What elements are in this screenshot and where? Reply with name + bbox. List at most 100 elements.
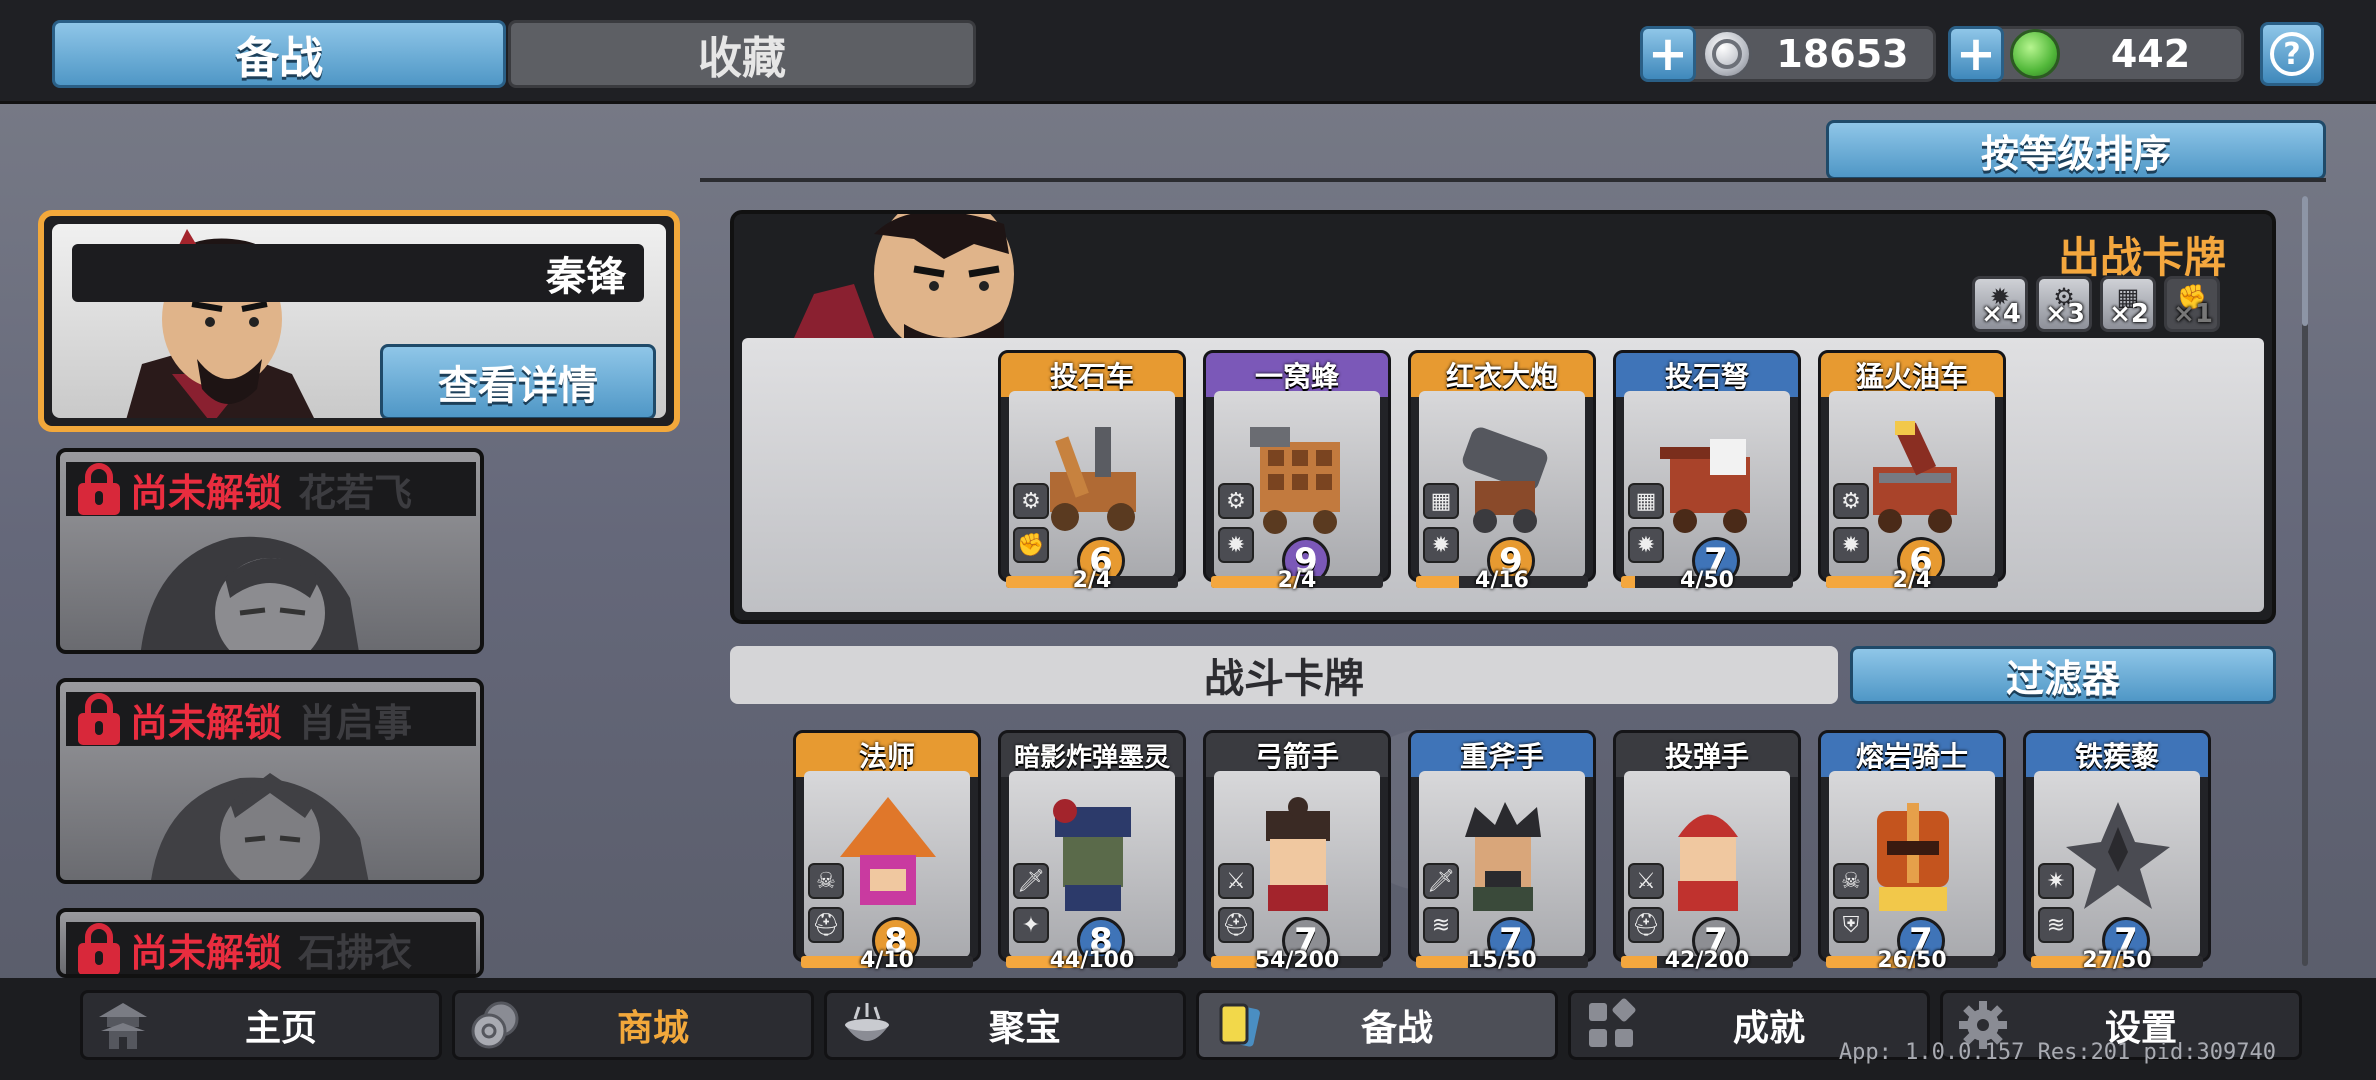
mage-icon: [840, 797, 936, 905]
card-shadow-bomber[interactable]: 暗影炸弹墨灵 🗡 ✦ 8 44/100: [998, 730, 1186, 974]
hero-name: 秦锋: [546, 254, 626, 300]
card-progress: 54/200: [1254, 948, 1340, 973]
card-frame: 投石弩 ▦ ✹ 7: [1613, 350, 1801, 582]
scrollbar-thumb[interactable]: [2302, 196, 2308, 326]
rocket-rack-icon: [1250, 427, 1340, 534]
locked-status: 尚未解锁: [130, 470, 283, 515]
view-details-button[interactable]: 查看详情: [380, 344, 656, 418]
card-archer[interactable]: 弓箭手 ⚔ ⛑ 7 54/200: [1203, 730, 1391, 974]
card-frame: 猛火油车 ⚙ ✹ 6: [1818, 350, 2006, 582]
card-caltrops[interactable]: 铁蒺藜 ✷ ≋ 7 27/50: [2023, 730, 2211, 974]
hero-card-selected[interactable]: 秦锋 查看详情: [38, 210, 680, 432]
lock-icon: [76, 463, 122, 515]
caltrops-icon: [2066, 802, 2170, 909]
nav-prepare[interactable]: 备战: [1196, 990, 1558, 1060]
cards-icon: [1209, 995, 1269, 1055]
card-ballista[interactable]: 投石弩 ▦ ✹ 7 4/50: [1613, 350, 1801, 594]
catapult-icon: [1050, 427, 1136, 531]
help-icon: ?: [2270, 32, 2314, 76]
add-silver-button[interactable]: +: [1640, 26, 1696, 82]
card-grenadier[interactable]: 投弹手 ⚔ ⛑ 7 42/200: [1613, 730, 1801, 974]
helmet-icon: ⛑: [808, 907, 844, 943]
sort-by-level-button[interactable]: 按等级排序: [1826, 120, 2326, 180]
axeman-icon: [1465, 802, 1541, 911]
card-progress: 15/50: [1467, 948, 1537, 973]
slot-multiplier: ×1: [2173, 299, 2213, 329]
nav-treasure-label: 聚宝: [988, 1008, 1061, 1049]
card-cannon[interactable]: 红衣大炮 ▦ ✹ 9 4/16: [1408, 350, 1596, 594]
add-gem-button[interactable]: +: [1948, 26, 2004, 82]
card-frame: 一窝蜂 ⚙ ✹ 9: [1203, 350, 1391, 582]
hero-card-locked[interactable]: 尚未解锁 肖启事: [56, 678, 484, 884]
card-frame: 弓箭手 ⚔ ⛑ 7: [1203, 730, 1391, 962]
shield-icon: ⛨: [1833, 907, 1869, 943]
card-lava-knight[interactable]: 熔岩骑士 ☠ ⛨ 7 26/50: [1818, 730, 2006, 974]
nav-shop-label: 商城: [616, 1008, 689, 1049]
coins-icon: [465, 995, 525, 1055]
divider: [700, 178, 2326, 182]
card-progress: 4/50: [1680, 568, 1734, 593]
battle-cards-title: 战斗卡牌: [730, 646, 1838, 704]
card-rocket-hive[interactable]: 一窝蜂 ⚙ ✹ 9 2/4: [1203, 350, 1391, 594]
card-progress: 26/50: [1877, 948, 1947, 973]
lock-banner: 尚未解锁 石拂衣: [66, 922, 476, 974]
top-bar: 备战 收藏 + 18653 + 442 ?: [0, 0, 2376, 104]
nav-home[interactable]: 主页: [80, 990, 442, 1060]
slot-multiplier: ×2: [2109, 299, 2149, 329]
skull-icon: ☠: [1833, 863, 1869, 899]
tab-prepare[interactable]: 备战: [52, 20, 506, 88]
bomber-icon: [1053, 799, 1131, 911]
brick-icon: ▦ ×2: [2100, 276, 2156, 332]
gear-icon: ⚙: [1218, 483, 1254, 519]
locked-hero-name: 肖启事: [298, 700, 413, 745]
card-mage[interactable]: 法师 ☠ ⛑ 8 4/10: [793, 730, 981, 974]
card-art: 🗡 ✦ 8: [1009, 771, 1175, 957]
card-frame: 熔岩骑士 ☠ ⛨ 7: [1818, 730, 2006, 962]
brick-icon: ▦: [1628, 483, 1664, 519]
helmet-icon: ⛑: [1218, 907, 1254, 943]
card-frame: 重斧手 🗡 ≋ 7: [1408, 730, 1596, 962]
card-art: 🗡 ≋ 7: [1419, 771, 1585, 957]
card-art: ⚙ ✹ 9: [1214, 391, 1380, 577]
grid-icon: [1581, 995, 1641, 1055]
nav-treasure[interactable]: 聚宝: [824, 990, 1186, 1060]
sword-icon: ⚔: [1628, 863, 1664, 899]
tab-collection[interactable]: 收藏: [508, 20, 976, 88]
silver-amount: 18653: [1776, 32, 1909, 76]
card-axeman[interactable]: 重斧手 🗡 ≋ 7 15/50: [1408, 730, 1596, 974]
locked-hero-name: 花若飞: [298, 470, 413, 515]
sun-icon: ✹: [1218, 527, 1254, 563]
card-frame: 铁蒺藜 ✷ ≋ 7: [2023, 730, 2211, 962]
card-frame: 红衣大炮 ▦ ✹ 9: [1408, 350, 1596, 582]
flamethrower-cart-icon: [1873, 421, 1957, 533]
slot-multiplier: ×3: [2045, 299, 2085, 329]
card-art: ⚔ ⛑ 7: [1214, 771, 1380, 957]
help-button[interactable]: ?: [2260, 22, 2324, 86]
skull-icon: ☠: [808, 863, 844, 899]
card-frame: 投石车 ⚙ ✊ 6: [998, 350, 1186, 582]
card-progress: 42/200: [1664, 948, 1750, 973]
card-fire-oil-cart[interactable]: 猛火油车 ⚙ ✹ 6 2/4: [1818, 350, 2006, 594]
card-frame: 法师 ☠ ⛑ 8: [793, 730, 981, 962]
brick-icon: ▦: [1423, 483, 1459, 519]
filter-button[interactable]: 过滤器: [1850, 646, 2276, 704]
card-art: ▦ ✹ 9: [1419, 391, 1585, 577]
hero-card-locked[interactable]: 尚未解锁 石拂衣: [56, 908, 484, 978]
card-progress: 27/50: [2082, 948, 2152, 973]
card-catapult[interactable]: 投石车 ⚙ ✊ 6 2/4: [998, 350, 1186, 594]
gem-currency: + 442: [1948, 26, 2244, 82]
green-gem-icon: [2010, 29, 2060, 79]
nav-shop[interactable]: 商城: [452, 990, 814, 1060]
nav-home-label: 主页: [244, 1008, 317, 1049]
sun-icon: ✹ ×4: [1972, 276, 2028, 332]
treasure-bowl-icon: [837, 995, 897, 1055]
card-progress: 2/4: [1277, 568, 1317, 593]
gear-icon: ⚙: [1013, 483, 1049, 519]
sun-icon: ✹: [1423, 527, 1459, 563]
hat-icon: ⛑: [1628, 907, 1664, 943]
card-progress: 4/16: [1475, 568, 1529, 593]
hero-card-locked[interactable]: 尚未解锁 花若飞: [56, 448, 484, 654]
card-art: ⚙ ✹ 6: [1829, 391, 1995, 577]
spike-icon: ✷: [2038, 863, 2074, 899]
card-art: ☠ ⛨ 7: [1829, 771, 1995, 957]
